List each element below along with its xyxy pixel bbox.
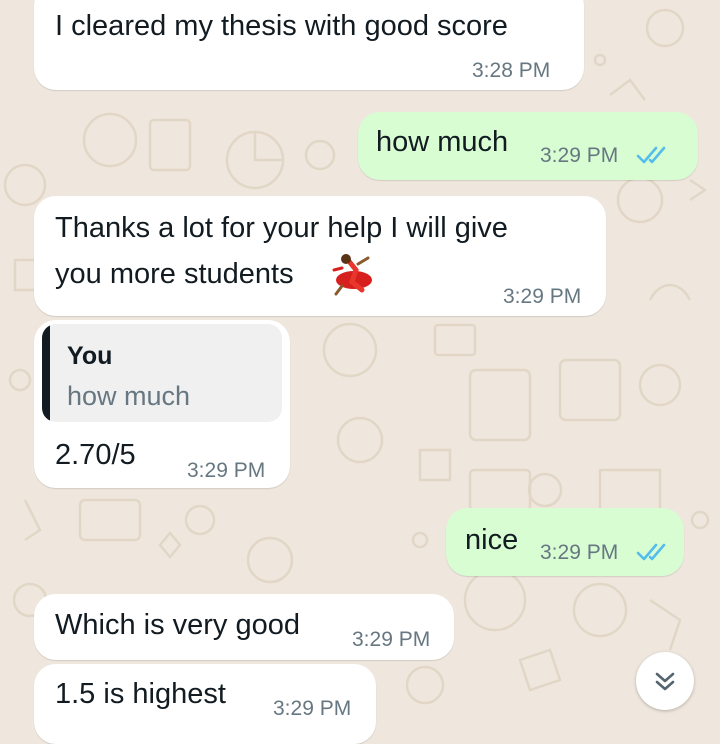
double-check-read-icon (636, 146, 666, 164)
message-bubble-incoming[interactable]: Thanks a lot for your help I will give y… (34, 196, 606, 316)
message-bubble-outgoing[interactable]: nice 3:29 PM (446, 508, 684, 576)
message-timestamp: 3:29 PM (273, 697, 352, 720)
message-text: I cleared my thesis with good score (55, 10, 508, 42)
message-text: Which is very good (55, 609, 300, 641)
message-timestamp: 3:29 PM (352, 628, 431, 651)
message-text: nice (465, 524, 519, 556)
message-timestamp: 3:29 PM (503, 285, 582, 308)
message-timestamp: 3:29 PM (187, 459, 266, 482)
message-timestamp: 3:29 PM (540, 144, 619, 167)
message-bubble-incoming[interactable]: 1.5 is highest 3:29 PM (34, 664, 376, 744)
quote-text: how much (67, 381, 191, 411)
message-text: how much (376, 126, 509, 158)
quoted-message[interactable]: You how much (42, 324, 282, 422)
dancer-emoji (332, 254, 372, 296)
double-check-read-icon (636, 543, 666, 561)
message-timestamp: 3:29 PM (540, 541, 619, 564)
double-chevron-down-icon (655, 672, 675, 691)
message-bubble-outgoing[interactable]: how much 3:29 PM (358, 112, 698, 180)
message-text-line-2: you more students (55, 258, 294, 290)
message-text: 2.70/5 (55, 439, 136, 471)
quote-author: You (67, 342, 113, 370)
message-timestamp: 3:28 PM (472, 59, 551, 82)
scroll-to-bottom-button[interactable] (636, 652, 694, 710)
quote-accent-bar (42, 324, 50, 422)
message-text: 1.5 is highest (55, 678, 226, 710)
message-text-line-1: Thanks a lot for your help I will give (55, 212, 508, 244)
message-bubble-incoming[interactable]: I cleared my thesis with good score 3:28… (34, 0, 584, 90)
message-bubble-incoming[interactable]: Which is very good 3:29 PM (34, 594, 454, 660)
